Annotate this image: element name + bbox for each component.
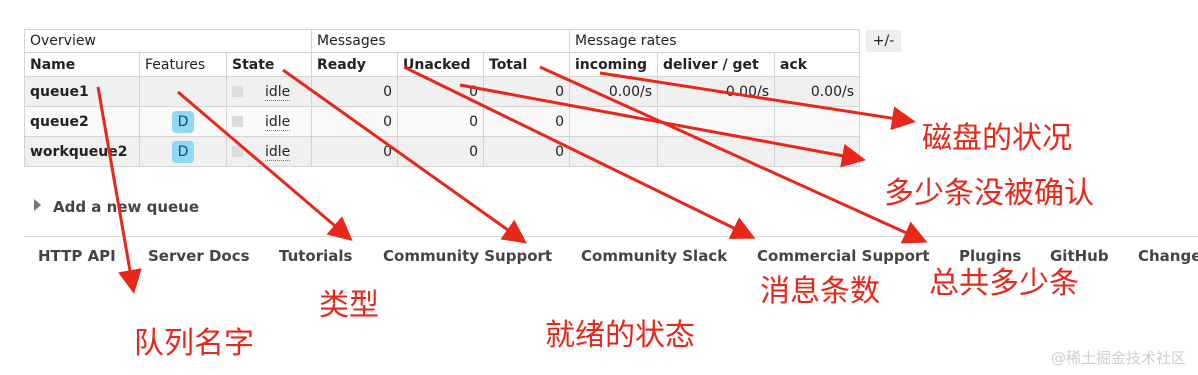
arrow-features (177, 90, 353, 241)
arrow-name (96, 86, 142, 294)
annotation-state: 就绪的状态 (545, 318, 695, 353)
arrow-state (282, 68, 527, 244)
arrow-ready (403, 65, 756, 239)
annotation-name: 队列名字 (134, 326, 254, 361)
watermark: @稀土掘金技术社区 (1050, 349, 1186, 367)
annotation-type: 类型 (319, 288, 379, 323)
annotation-disk: 磁盘的状况 (922, 121, 1072, 156)
annotation-total: 总共多少条 (929, 266, 1079, 301)
annotation-ready: 消息条数 (760, 274, 880, 309)
annotation-unacked: 多少条没被确认 (884, 176, 1094, 211)
